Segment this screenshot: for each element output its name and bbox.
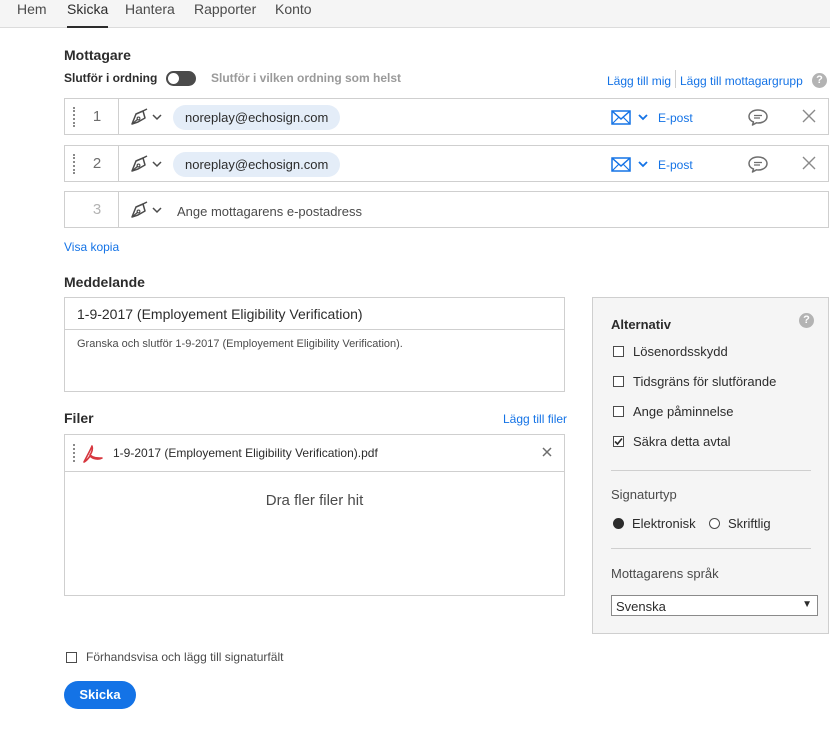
send-button[interactable]: Skicka <box>64 681 136 709</box>
file-name: 1-9-2017 (Employement Eligibility Verifi… <box>113 446 378 460</box>
delivery-method-label: E-post <box>658 111 693 125</box>
checkbox-label: Tidsgräns för slutförande <box>633 374 777 389</box>
message-box: Granska och slutför 1-9-2017 (Employemen… <box>64 297 565 392</box>
recipient-row-empty: 3 <box>64 191 829 228</box>
files-title: Filer <box>64 410 94 426</box>
checkbox-box <box>613 346 624 357</box>
link-divider <box>675 70 676 88</box>
signer-role-dropdown[interactable] <box>129 107 165 127</box>
remove-file-icon[interactable] <box>541 446 553 461</box>
radio-dot <box>709 518 720 529</box>
envelope-icon <box>611 110 648 125</box>
signer-role-dropdown[interactable] <box>129 154 165 174</box>
options-title: Alternativ <box>611 317 671 332</box>
checkbox-label: Ange påminnelse <box>633 404 734 419</box>
file-item: 1-9-2017 (Employement Eligibility Verifi… <box>65 435 564 472</box>
drag-handle-icon[interactable] <box>73 154 75 174</box>
checkbox-label: Säkra detta avtal <box>633 434 731 449</box>
envelope-icon <box>611 157 648 172</box>
options-panel: Alternativ ? Lösenordsskydd Tidsgräns fö… <box>592 297 829 634</box>
recipient-language-select[interactable]: Svenska ▼ <box>611 595 818 616</box>
recipient-number: 2 <box>92 155 102 172</box>
radio-label: Skriftlig <box>728 516 771 531</box>
options-help-icon[interactable]: ? <box>799 313 814 328</box>
drag-handle-icon[interactable] <box>73 444 75 462</box>
recipient-email-chip[interactable]: noreplay@echosign.com <box>173 152 341 177</box>
checkbox-box <box>613 376 624 387</box>
checkbox-box-checked <box>613 436 624 447</box>
checkbox-box <box>66 652 77 663</box>
message-body-textarea[interactable]: Granska och slutför 1-9-2017 (Employemen… <box>77 338 403 350</box>
file-drop-zone[interactable]: Dra fler filer hit <box>65 473 564 595</box>
checkbox-label: Lösenordsskydd <box>633 344 728 359</box>
pen-icon <box>131 201 162 218</box>
signature-type-label: Signaturtyp <box>611 487 677 502</box>
recipients-title: Mottagare <box>64 47 131 63</box>
drag-handle-icon[interactable] <box>73 107 75 127</box>
recipient-number: 3 <box>92 201 102 218</box>
recipient-row: 2 noreplay@echosign.com E-post <box>64 145 829 182</box>
tab-rapporter[interactable]: Rapporter <box>194 0 256 28</box>
tab-konto[interactable]: Konto <box>275 0 312 28</box>
radio-label: Elektronisk <box>632 516 696 531</box>
language-value: Svenska <box>616 599 666 614</box>
drop-zone-text: Dra fler filer hit <box>265 492 364 509</box>
recipient-email-input[interactable] <box>177 200 637 222</box>
pdf-icon <box>81 444 105 467</box>
complete-any-order-label: Slutför i vilken ordning som helst <box>211 71 402 85</box>
message-subject-input[interactable] <box>65 298 564 330</box>
recipient-email-chip[interactable]: noreplay@echosign.com <box>173 105 341 130</box>
files-box: 1-9-2017 (Employement Eligibility Verifi… <box>64 434 565 596</box>
message-title: Meddelande <box>64 274 145 290</box>
checkbox-label: Förhandsvisa och lägg till signaturfält <box>86 650 284 664</box>
pen-icon <box>131 108 162 125</box>
show-cc-link[interactable]: Visa kopia <box>64 240 119 254</box>
checkbox-box <box>613 406 624 417</box>
row-divider <box>118 99 119 134</box>
options-divider <box>611 470 811 471</box>
dropdown-arrow-icon: ▼ <box>802 599 812 610</box>
pen-icon <box>131 155 162 172</box>
private-message-icon[interactable] <box>747 108 769 129</box>
recipient-number: 1 <box>92 108 102 125</box>
row-divider <box>118 146 119 181</box>
add-recipient-group-link[interactable]: Lägg till mottagargrupp <box>680 74 803 88</box>
delivery-method-label: E-post <box>658 158 693 172</box>
complete-in-order-label: Slutför i ordning <box>64 71 158 85</box>
tab-hantera[interactable]: Hantera <box>125 0 175 28</box>
remove-recipient-icon[interactable] <box>801 155 817 174</box>
recipients-help-icon[interactable]: ? <box>812 73 827 88</box>
recipient-language-label: Mottagarens språk <box>611 566 719 581</box>
recipient-row: 1 noreplay@echosign.com E-post <box>64 98 829 135</box>
private-message-icon[interactable] <box>747 155 769 176</box>
delivery-method-dropdown[interactable]: E-post <box>611 156 693 174</box>
checkmark-icon <box>614 437 623 446</box>
delivery-method-dropdown[interactable]: E-post <box>611 109 693 127</box>
toggle-knob <box>168 73 179 84</box>
add-me-link[interactable]: Lägg till mig <box>607 74 671 88</box>
signer-role-dropdown[interactable] <box>129 200 165 220</box>
remove-recipient-icon[interactable] <box>801 108 817 127</box>
tab-skicka[interactable]: Skicka <box>67 0 109 28</box>
options-divider <box>611 548 811 549</box>
complete-in-order-toggle[interactable] <box>166 71 196 86</box>
add-files-link[interactable]: Lägg till filer <box>503 412 567 426</box>
top-navigation: Hem Skicka Hantera Rapporter Konto <box>0 0 830 28</box>
row-divider <box>118 192 119 227</box>
tab-hem[interactable]: Hem <box>17 0 47 28</box>
radio-dot-selected <box>613 518 624 529</box>
